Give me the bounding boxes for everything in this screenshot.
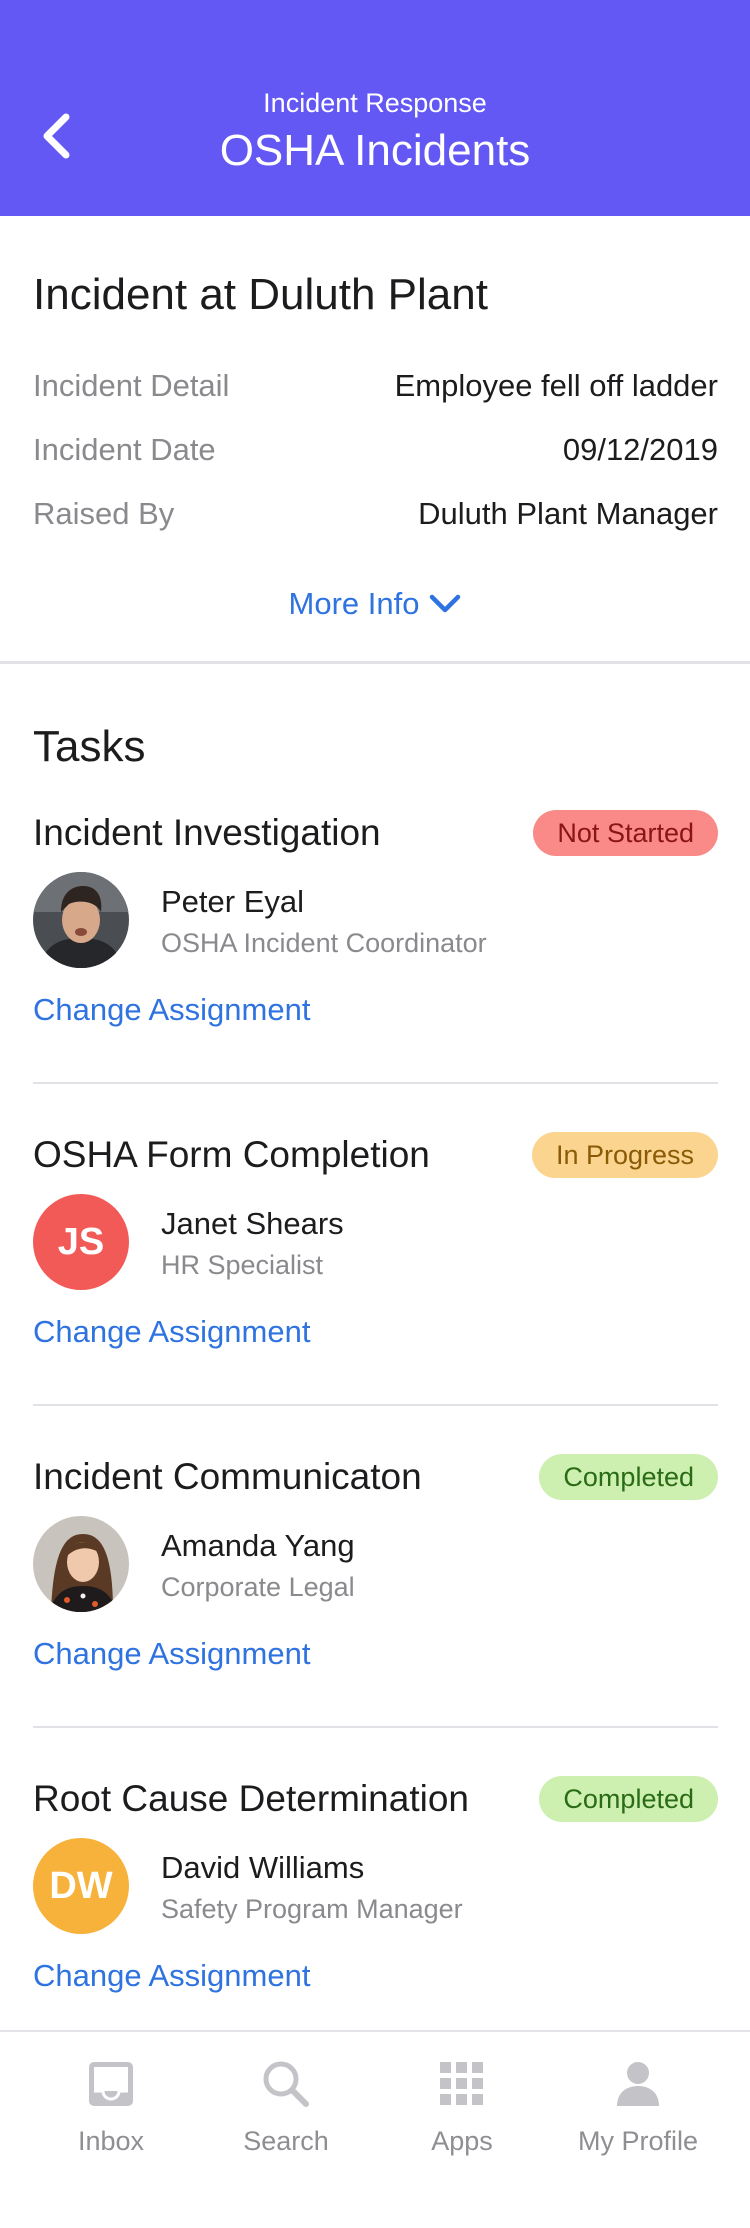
task-card-incident-communication: Incident Communicaton Completed Amanda Y…: [33, 1454, 718, 1756]
detail-label: Raised By: [33, 496, 175, 531]
detail-label: Incident Date: [33, 432, 216, 467]
task-title: Root Cause Determination: [33, 1778, 469, 1819]
divider: [33, 1726, 718, 1728]
inbox-icon: [89, 2062, 133, 2106]
search-icon: [263, 2061, 309, 2107]
status-badge: Completed: [539, 1776, 718, 1822]
tab-label: Apps: [431, 2126, 493, 2156]
assignee-name: Peter Eyal: [161, 884, 305, 919]
tab-apps[interactable]: Apps: [374, 2058, 550, 2178]
assignee-name: Janet Shears: [161, 1206, 344, 1241]
tab-inbox[interactable]: Inbox: [23, 2058, 199, 2178]
task-card-incident-investigation: Incident Investigation Not Started Peter…: [33, 810, 718, 1112]
assignee-role: Safety Program Manager: [161, 1894, 463, 1924]
change-assignment-link[interactable]: Change Assignment: [33, 1314, 310, 1350]
tab-search[interactable]: Search: [198, 2058, 374, 2178]
detail-row-raised-by: Raised By Duluth Plant Manager: [33, 492, 718, 536]
header-subtitle: Incident Response: [263, 88, 487, 118]
more-info-label: More Info: [288, 586, 420, 621]
task-card-osha-form-completion: OSHA Form Completion In Progress JS Jane…: [33, 1132, 718, 1434]
assignee-name: Amanda Yang: [161, 1528, 355, 1563]
assignee-role: HR Specialist: [161, 1250, 324, 1280]
avatar-peter-eyal: [33, 872, 129, 968]
tab-my-profile[interactable]: My Profile: [550, 2058, 726, 2178]
status-badge: In Progress: [531, 1132, 718, 1178]
app-header: Incident Response OSHA Incidents: [0, 0, 750, 216]
task-title: Incident Investigation: [33, 812, 381, 853]
detail-value: Employee fell off ladder: [394, 368, 718, 403]
chevron-down-icon: [430, 594, 461, 613]
detail-row-incident-detail: Incident Detail Employee fell off ladder: [33, 364, 718, 408]
divider: [33, 1082, 718, 1084]
avatar-initials: JS: [33, 1194, 129, 1290]
more-info-button[interactable]: More Info: [0, 586, 750, 622]
status-badge: Not Started: [533, 810, 718, 856]
detail-value: 09/12/2019: [562, 432, 718, 467]
detail-row-incident-date: Incident Date 09/12/2019: [33, 428, 718, 472]
tab-label: Search: [243, 2126, 329, 2156]
avatar-amanda-yang: [33, 1516, 129, 1612]
detail-label: Incident Detail: [33, 368, 230, 403]
tab-label: Inbox: [77, 2126, 145, 2156]
assignee-role: OSHA Incident Coordinator: [161, 928, 487, 958]
task-title: OSHA Form Completion: [33, 1134, 430, 1175]
incident-title: Incident at Duluth Plant: [33, 270, 488, 319]
change-assignment-link[interactable]: Change Assignment: [33, 992, 310, 1028]
bottom-tab-bar: Inbox Search Apps My Profile: [0, 2030, 750, 2228]
assignee-name: David Williams: [161, 1850, 365, 1885]
person-icon: [617, 2062, 659, 2106]
apps-grid-icon: [440, 2062, 483, 2105]
task-title: Incident Communicaton: [33, 1456, 422, 1497]
assignee-role: Corporate Legal: [161, 1572, 355, 1602]
tasks-heading: Tasks: [33, 722, 146, 771]
divider: [33, 1404, 718, 1406]
tab-label: My Profile: [577, 2126, 699, 2156]
change-assignment-link[interactable]: Change Assignment: [33, 1958, 310, 1994]
status-badge: Completed: [539, 1454, 718, 1500]
page-title: OSHA Incidents: [219, 126, 531, 175]
incident-summary: Incident at Duluth Plant Incident Detail…: [0, 216, 750, 664]
change-assignment-link[interactable]: Change Assignment: [33, 1636, 310, 1672]
detail-value: Duluth Plant Manager: [418, 496, 718, 531]
avatar-initials: DW: [33, 1838, 129, 1934]
